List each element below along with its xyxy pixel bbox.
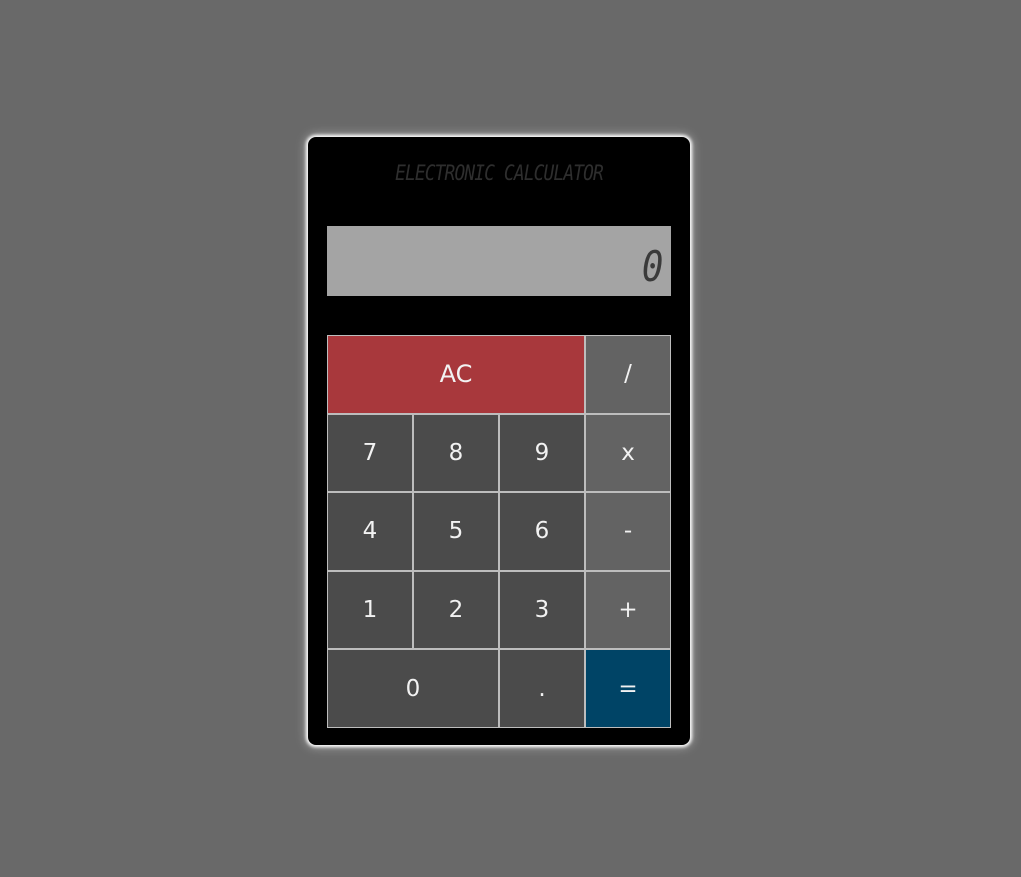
decimal-button[interactable]: .: [499, 649, 585, 728]
calculator-title: ELECTRONIC CALCULATOR: [395, 161, 604, 185]
key-5-button[interactable]: 5: [413, 492, 499, 571]
key-4-button[interactable]: 4: [327, 492, 413, 571]
key-8-button[interactable]: 8: [413, 413, 499, 493]
calculator-display: 0: [327, 226, 671, 296]
key-1-button[interactable]: 1: [327, 570, 413, 650]
key-0-button[interactable]: 0: [327, 649, 499, 728]
key-7-button[interactable]: 7: [327, 413, 413, 493]
key-9-button[interactable]: 9: [499, 413, 585, 493]
calculator: ELECTRONIC CALCULATOR 0 AC / 7 8 9 x 4 5…: [308, 137, 690, 745]
subtract-button[interactable]: -: [585, 492, 671, 571]
multiply-button[interactable]: x: [585, 413, 671, 493]
clear-button[interactable]: AC: [327, 335, 585, 414]
equals-button[interactable]: =: [585, 649, 671, 728]
keypad: AC / 7 8 9 x 4 5 6 - 1 2 3 + 0 . =: [327, 335, 671, 728]
display-value: 0: [641, 241, 664, 291]
key-3-button[interactable]: 3: [499, 570, 585, 650]
divide-button[interactable]: /: [585, 335, 671, 414]
key-2-button[interactable]: 2: [413, 570, 499, 650]
add-button[interactable]: +: [585, 570, 671, 650]
key-6-button[interactable]: 6: [499, 492, 585, 571]
